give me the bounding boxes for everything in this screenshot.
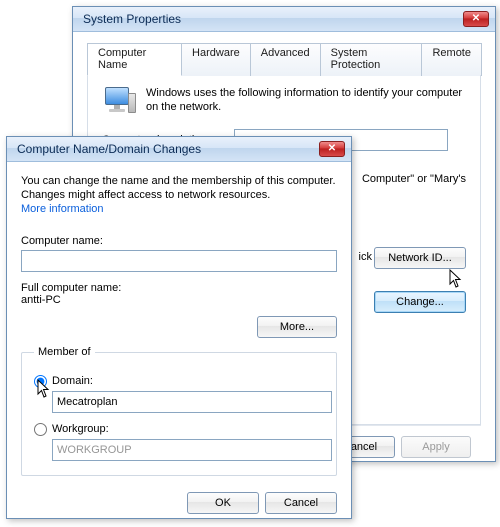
more-information-link[interactable]: More information: [21, 203, 104, 215]
domain-input[interactable]: [52, 391, 332, 413]
network-id-button[interactable]: Network ID...: [374, 247, 466, 269]
close-icon[interactable]: ✕: [463, 11, 489, 27]
tab-computer-name[interactable]: Computer Name: [87, 43, 182, 76]
domain-intro-text: You can change the name and the membersh…: [21, 174, 337, 203]
tab-system-protection[interactable]: System Protection: [320, 43, 423, 76]
cancel-button[interactable]: Cancel: [265, 492, 337, 514]
workgroup-radio-label[interactable]: Workgroup:: [34, 423, 324, 436]
example-hint-fragment: Computer" or "Mary's: [362, 173, 466, 185]
tab-advanced[interactable]: Advanced: [250, 43, 321, 76]
domain-radio[interactable]: [34, 375, 47, 388]
ok-button[interactable]: OK: [187, 492, 259, 514]
tab-remote[interactable]: Remote: [421, 43, 482, 76]
apply-button[interactable]: Apply: [401, 436, 471, 458]
domain-changes-titlebar[interactable]: Computer Name/Domain Changes ✕: [7, 137, 351, 162]
workgroup-input: [52, 439, 332, 461]
tab-hardware[interactable]: Hardware: [181, 43, 251, 76]
workgroup-radio[interactable]: [34, 423, 47, 436]
wizard-text-fragment: ick: [359, 251, 372, 263]
system-properties-titlebar[interactable]: System Properties ✕: [73, 7, 495, 32]
domain-changes-window: Computer Name/Domain Changes ✕ You can c…: [6, 136, 352, 519]
domain-changes-title: Computer Name/Domain Changes: [17, 142, 201, 156]
more-button[interactable]: More...: [257, 316, 337, 338]
computer-name-label: Computer name:: [21, 235, 337, 247]
full-computer-name-value: antti-PC: [21, 294, 337, 306]
domain-radio-label[interactable]: Domain:: [34, 375, 324, 388]
close-icon[interactable]: ✕: [319, 141, 345, 157]
panel-intro-text: Windows uses the following information t…: [146, 87, 466, 117]
member-of-legend: Member of: [34, 346, 95, 358]
system-properties-title: System Properties: [83, 12, 181, 26]
computer-icon: [102, 85, 136, 117]
change-button[interactable]: Change...: [374, 291, 466, 313]
system-properties-tabs: Computer Name Hardware Advanced System P…: [87, 42, 481, 76]
full-computer-name-label: Full computer name:: [21, 282, 337, 294]
computer-name-input[interactable]: [21, 250, 337, 272]
